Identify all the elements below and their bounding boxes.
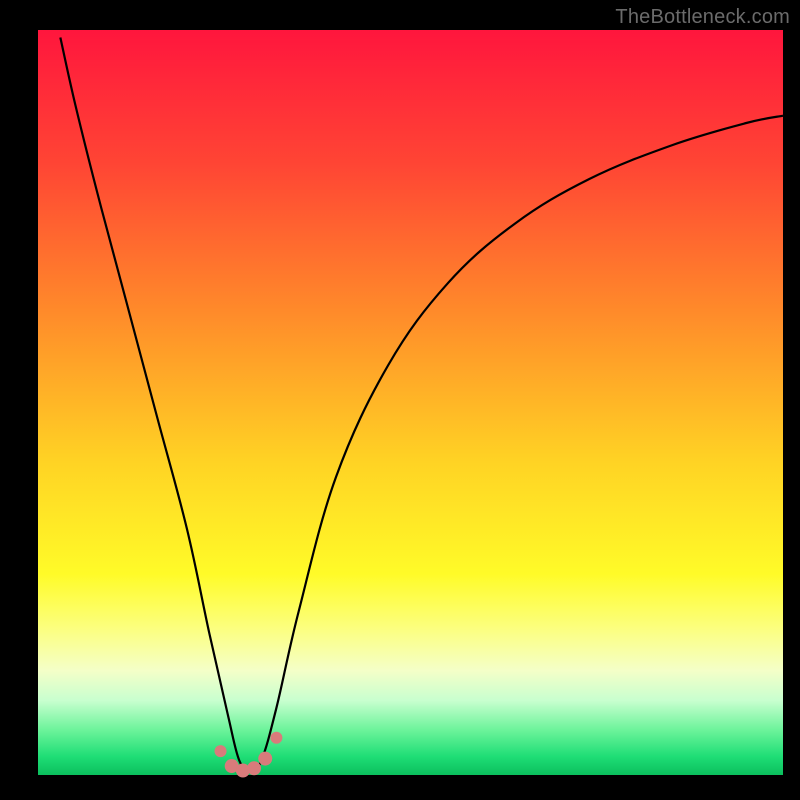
chart-container: TheBottleneck.com xyxy=(0,0,800,800)
marker-dot xyxy=(258,752,272,766)
marker-dot xyxy=(270,732,282,744)
marker-dot xyxy=(215,745,227,757)
marker-dot xyxy=(247,761,261,775)
bottleneck-chart xyxy=(0,0,800,800)
watermark-text: TheBottleneck.com xyxy=(615,6,790,29)
plot-background xyxy=(38,30,783,775)
